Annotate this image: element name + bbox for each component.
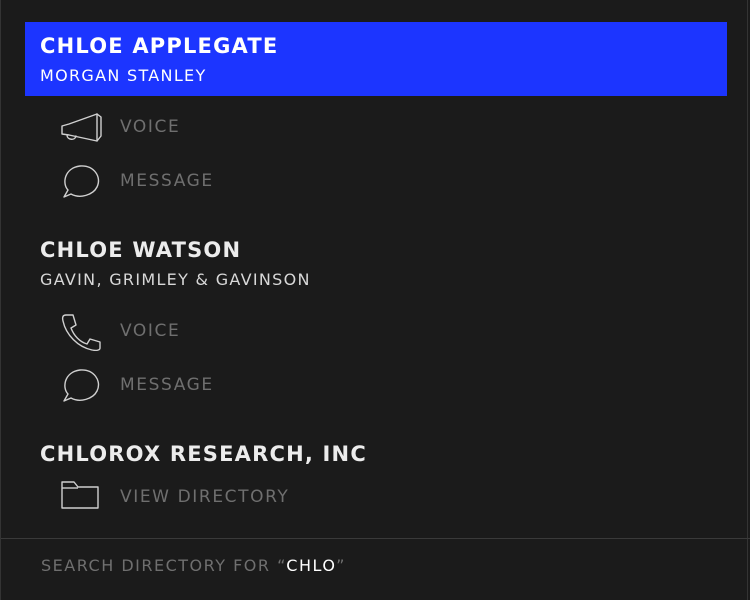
speech-bubble-icon [59, 161, 103, 201]
message-action-button[interactable]: MESSAGE [59, 161, 359, 201]
search-directory-prefix: SEARCH DIRECTORY FOR [41, 556, 278, 575]
speech-bubble-icon [59, 365, 103, 405]
footer-divider [1, 538, 750, 539]
contact-name: CHLOE APPLEGATE [40, 34, 279, 58]
voice-action-button[interactable]: VOICE [59, 311, 359, 351]
megaphone-icon [59, 107, 103, 147]
phone-icon [59, 311, 103, 351]
action-label: VOICE [120, 321, 181, 341]
voice-action-button[interactable]: VOICE [59, 107, 359, 147]
contact-name: CHLOROX RESEARCH, INC [40, 442, 367, 466]
contact-result-chlorox-research[interactable]: CHLOROX RESEARCH, INC [25, 430, 727, 474]
contact-result-chloe-watson[interactable]: CHLOE WATSON GAVIN, GRIMLEY & GAVINSON [25, 226, 727, 300]
contact-name: CHLOE WATSON [40, 238, 242, 262]
action-label: MESSAGE [120, 375, 214, 395]
contact-company: MORGAN STANLEY [40, 66, 207, 85]
action-label: VIEW DIRECTORY [120, 487, 290, 507]
directory-search-panel: CHLOE APPLEGATE MORGAN STANLEY VOICE MES… [0, 0, 750, 600]
contact-result-chloe-applegate[interactable]: CHLOE APPLEGATE MORGAN STANLEY [25, 22, 727, 96]
contact-company: GAVIN, GRIMLEY & GAVINSON [40, 270, 311, 289]
close-quote: ” [336, 556, 346, 575]
search-directory-link[interactable]: SEARCH DIRECTORY FOR “CHLO” [41, 556, 346, 575]
action-label: MESSAGE [120, 171, 214, 191]
view-directory-button[interactable]: VIEW DIRECTORY [59, 477, 359, 517]
folder-icon [59, 477, 103, 517]
open-quote: “ [277, 556, 287, 575]
search-query: CHLO [286, 556, 337, 575]
message-action-button[interactable]: MESSAGE [59, 365, 359, 405]
action-label: VOICE [120, 117, 181, 137]
